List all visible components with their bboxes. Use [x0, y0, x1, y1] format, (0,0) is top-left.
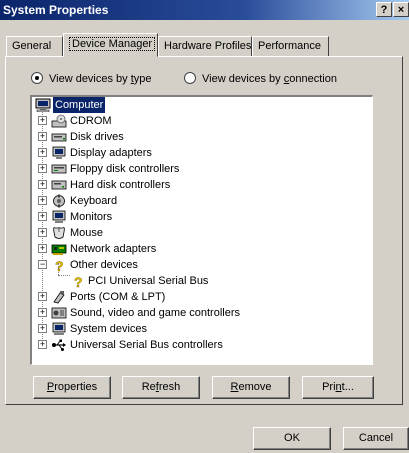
tab-general-label: General	[12, 40, 52, 52]
expand-plus-icon[interactable]: +	[38, 244, 47, 253]
svg-text:?: ?	[55, 258, 64, 272]
svg-text:?: ?	[74, 274, 83, 288]
expand-plus-icon[interactable]: +	[38, 340, 47, 349]
view-by-connection-label: View devices by connection	[202, 73, 337, 85]
cdrom-icon	[51, 114, 67, 128]
tree-node-label: Monitors	[70, 211, 113, 223]
port-icon	[53, 291, 65, 304]
tab-device-manager[interactable]: Device Manager	[63, 33, 158, 57]
expand-plus-icon[interactable]: +	[38, 116, 47, 125]
sound-controller-icon	[51, 307, 67, 319]
ok-button[interactable]: OK	[253, 427, 331, 450]
tree-connector	[58, 275, 70, 276]
cancel-button[interactable]: Cancel	[343, 427, 409, 450]
view-by-type-radio[interactable]: View devices by type	[31, 72, 152, 86]
system-properties-window: System Properties ? × General Device Man…	[0, 0, 409, 453]
expand-plus-icon[interactable]: +	[38, 196, 47, 205]
view-by-connection-radio[interactable]: View devices by connection	[184, 72, 337, 86]
floppy-controller-icon	[51, 164, 67, 174]
tab-performance[interactable]: Performance	[252, 36, 329, 56]
expand-plus-icon[interactable]: +	[38, 212, 47, 221]
network-adapter-icon	[51, 244, 67, 255]
print-button[interactable]: Print...	[302, 376, 374, 399]
close-icon: ×	[397, 4, 405, 16]
tab-device-manager-label: Device Manager	[69, 37, 156, 51]
expand-plus-icon[interactable]: +	[38, 164, 47, 173]
usb-controller-icon	[52, 339, 66, 351]
collapse-minus-icon[interactable]: −	[38, 260, 47, 269]
tree-node-label: System devices	[70, 323, 148, 335]
tree-node-label: Display adapters	[70, 147, 152, 159]
tree-node-label: Hard disk controllers	[70, 179, 171, 191]
tab-hardware-profiles[interactable]: Hardware Profiles	[158, 36, 252, 56]
expand-plus-icon[interactable]: +	[38, 132, 47, 141]
expand-plus-icon[interactable]: +	[38, 292, 47, 301]
tab-hardware-profiles-label: Hardware Profiles	[164, 40, 252, 52]
tree-node-label: Mouse	[70, 227, 104, 239]
tree-node-label: Floppy disk controllers	[70, 163, 180, 175]
radio-checked-icon	[31, 72, 43, 84]
tab-performance-label: Performance	[258, 40, 321, 52]
remove-button[interactable]: Remove	[212, 376, 290, 399]
expand-plus-icon[interactable]: +	[38, 228, 47, 237]
tab-general[interactable]: General	[6, 36, 63, 56]
expand-plus-icon[interactable]: +	[38, 148, 47, 157]
radio-unchecked-icon	[184, 72, 196, 84]
keyboard-icon	[53, 194, 65, 208]
help-button[interactable]: ?	[376, 2, 392, 17]
system-devices-icon	[52, 322, 66, 335]
disk-drive-icon	[51, 133, 67, 142]
expand-plus-icon[interactable]: +	[38, 308, 47, 317]
mouse-icon	[53, 227, 65, 239]
tree-node-label: CDROM	[70, 115, 112, 127]
display-adapter-icon	[52, 146, 66, 159]
properties-button[interactable]: Properties	[33, 376, 111, 399]
tree-node-label: PCI Universal Serial Bus	[88, 275, 209, 287]
close-button[interactable]: ×	[393, 2, 409, 17]
tree-node-label: Keyboard	[70, 195, 118, 207]
tree-node-label: Computer	[53, 97, 106, 113]
refresh-button[interactable]: Refresh	[122, 376, 200, 399]
question-mark-icon: ?	[55, 258, 64, 272]
question-mark-icon: ?	[74, 274, 83, 288]
title-bar[interactable]: System Properties ? ×	[0, 0, 409, 20]
tree-node-label: Disk drives	[70, 131, 124, 143]
window-title: System Properties	[3, 3, 109, 17]
tree-node-label: Sound, video and game controllers	[70, 307, 240, 319]
expand-plus-icon[interactable]: +	[38, 324, 47, 333]
computer-icon	[35, 98, 51, 112]
tree-node-label: Ports (COM & LPT)	[70, 291, 166, 303]
monitor-icon	[52, 210, 66, 223]
expand-plus-icon[interactable]: +	[38, 180, 47, 189]
device-tree[interactable]: Computer + CDROM + Disk drives + Display…	[30, 95, 373, 365]
tree-node-label: Universal Serial Bus controllers	[70, 339, 223, 351]
tree-node-label: Other devices	[70, 259, 138, 271]
view-by-type-label: View devices by type	[49, 73, 152, 85]
tree-node-label: Network adapters	[70, 243, 157, 255]
help-icon: ?	[380, 4, 388, 16]
hard-disk-controller-icon	[51, 180, 67, 190]
